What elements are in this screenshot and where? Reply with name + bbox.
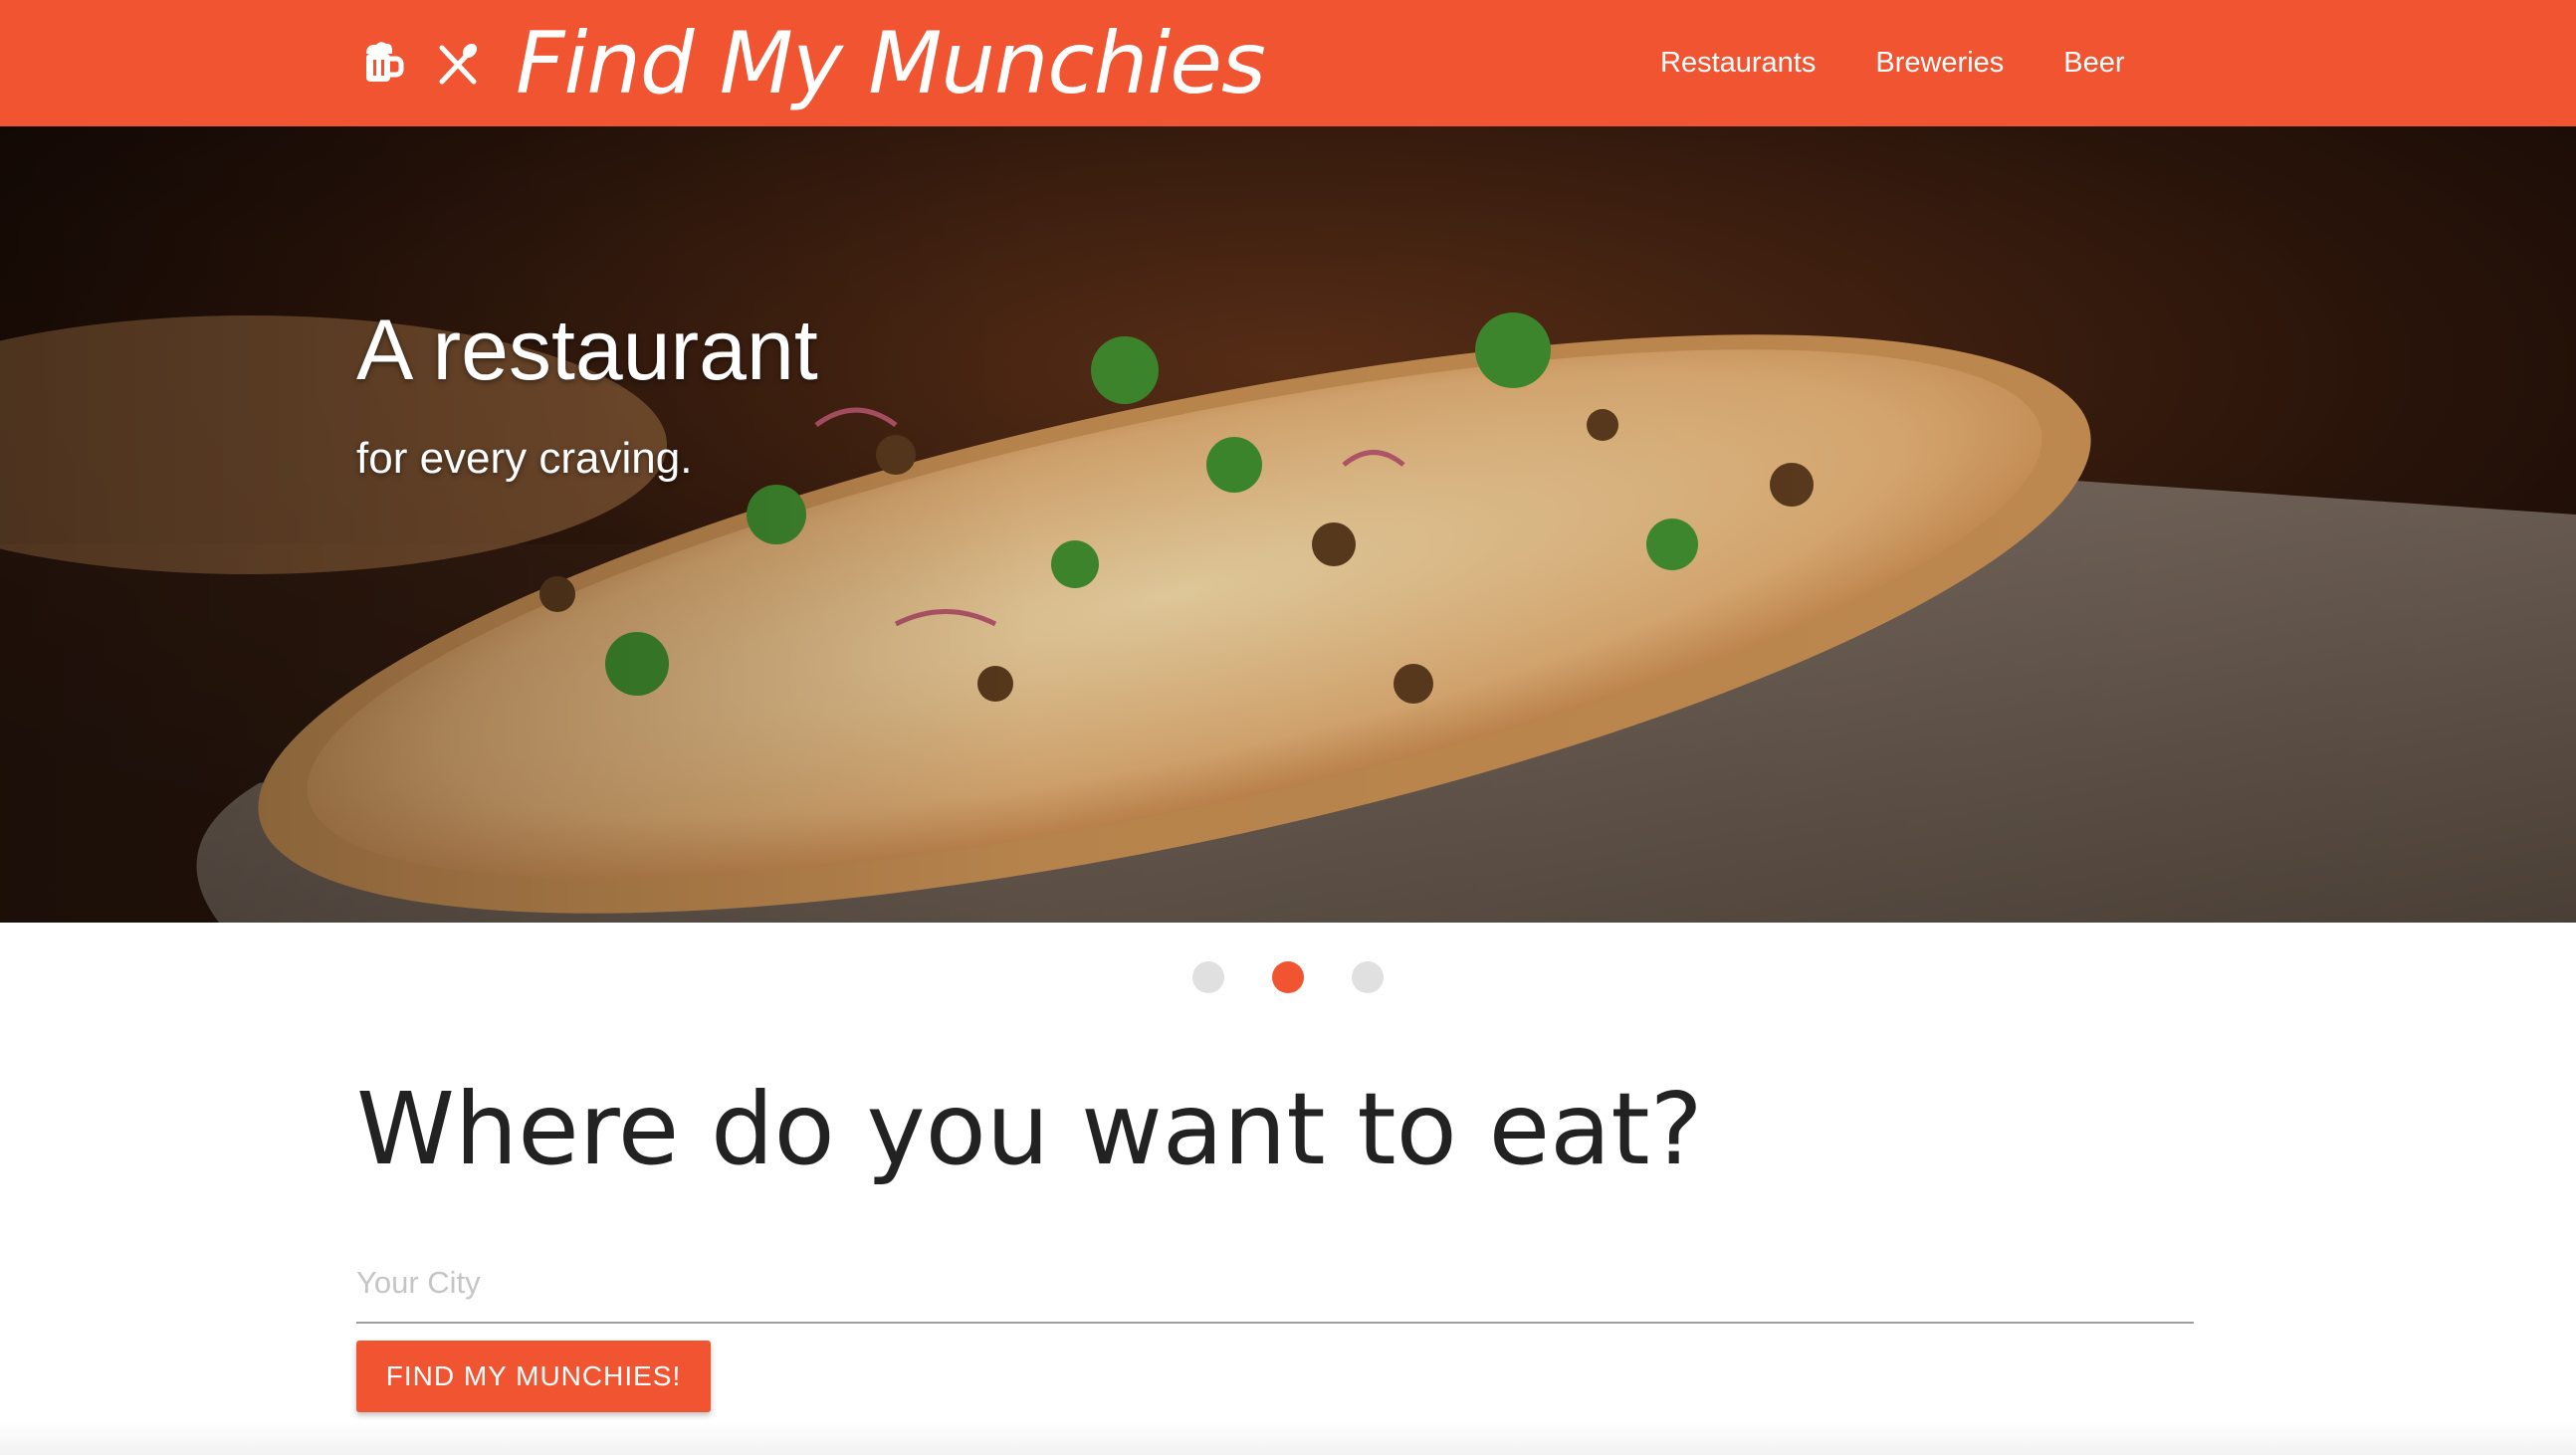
- nav-link-beer[interactable]: Beer: [2063, 47, 2124, 80]
- nav-link-restaurants[interactable]: Restaurants: [1660, 47, 1816, 80]
- hero-overlay: [0, 126, 2576, 923]
- fork-knife-icon: [432, 38, 484, 90]
- nav-link-breweries[interactable]: Breweries: [1875, 47, 2004, 80]
- carousel-indicator-1[interactable]: [1192, 961, 1224, 993]
- nav-links: Restaurants Breweries Beer: [1660, 0, 2185, 126]
- search-heading: Where do you want to eat?: [356, 1071, 1703, 1187]
- find-my-munchies-button[interactable]: FIND MY MUNCHIES!: [356, 1341, 711, 1412]
- beer-mug-icon: [354, 38, 406, 90]
- hero-carousel: A restaurant for every craving.: [0, 126, 2576, 923]
- city-input[interactable]: [356, 1244, 2194, 1324]
- brand-logo-link[interactable]: Find My Munchies: [354, 0, 1266, 126]
- top-navbar: Find My Munchies Restaurants Breweries B…: [0, 0, 2576, 126]
- brand-title: Find My Munchies: [516, 13, 1266, 113]
- footer-shadow: [0, 1421, 2576, 1455]
- carousel-indicator-3[interactable]: [1352, 961, 1384, 993]
- hero-subtitle: for every craving.: [356, 434, 693, 483]
- carousel-indicators: [0, 961, 2576, 993]
- carousel-indicator-2[interactable]: [1272, 961, 1304, 993]
- hero-title: A restaurant: [356, 303, 818, 398]
